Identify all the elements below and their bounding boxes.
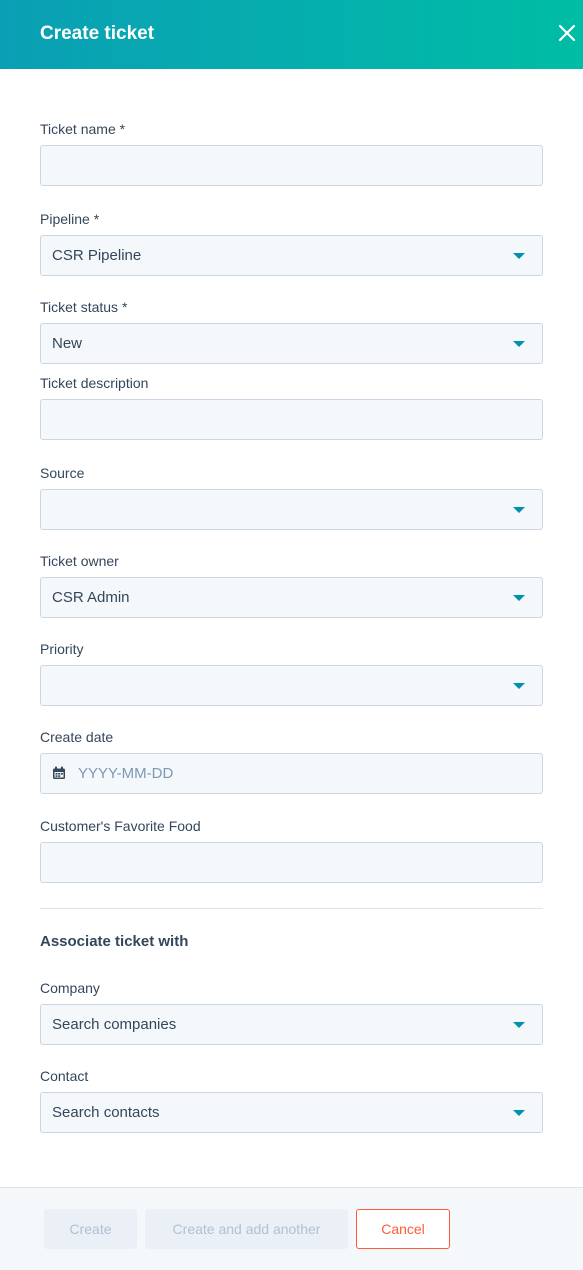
ticket-status-select[interactable]: New (40, 323, 543, 364)
source-label: Source (40, 465, 85, 481)
ticket-description-label: Ticket description (40, 375, 149, 391)
create-date-placeholder: YYYY-MM-DD (78, 765, 174, 782)
create-date-input[interactable]: YYYY-MM-DD (40, 753, 543, 794)
create-date-label: Create date (40, 729, 114, 745)
section-divider (40, 908, 543, 909)
dialog-header: Create ticket (0, 0, 583, 69)
contact-search-select[interactable]: Search contacts (40, 1092, 543, 1133)
caret-down-icon (513, 1110, 525, 1116)
caret-down-icon (513, 1022, 525, 1028)
close-icon (558, 24, 576, 42)
favorite-food-label: Customer's Favorite Food (40, 818, 201, 834)
ticket-name-label: Ticket name * (40, 121, 126, 137)
caret-down-icon (513, 253, 525, 259)
contact-search-placeholder: Search contacts (52, 1104, 160, 1121)
ticket-owner-label: Ticket owner (40, 553, 119, 569)
company-label: Company (40, 980, 100, 996)
pipeline-label: Pipeline * (40, 211, 100, 227)
caret-down-icon (513, 341, 525, 347)
pipeline-select[interactable]: CSR Pipeline (40, 235, 543, 276)
caret-down-icon (513, 595, 525, 601)
ticket-status-label: Ticket status * (40, 299, 128, 315)
ticket-name-input[interactable] (40, 145, 543, 186)
source-select[interactable] (40, 489, 543, 530)
caret-down-icon (513, 683, 525, 689)
associate-section-title: Associate ticket with (40, 933, 189, 950)
ticket-description-input[interactable] (40, 399, 543, 440)
caret-down-icon (513, 507, 525, 513)
calendar-icon (53, 766, 65, 779)
company-search-placeholder: Search companies (52, 1016, 177, 1033)
priority-label: Priority (40, 641, 84, 657)
contact-label: Contact (40, 1068, 89, 1084)
company-search-select[interactable]: Search companies (40, 1004, 543, 1045)
close-button[interactable] (553, 19, 581, 47)
priority-select[interactable] (40, 665, 543, 706)
dialog-title: Create ticket (40, 23, 155, 44)
favorite-food-input[interactable] (40, 842, 543, 883)
ticket-status-value: New (52, 335, 83, 352)
pipeline-value: CSR Pipeline (52, 247, 142, 264)
ticket-owner-select[interactable]: CSR Admin (40, 577, 543, 618)
create-button[interactable]: Create (44, 1209, 137, 1249)
ticket-owner-value: CSR Admin (52, 589, 130, 606)
cancel-button[interactable]: Cancel (356, 1209, 450, 1249)
create-and-add-another-button[interactable]: Create and add another (145, 1209, 348, 1249)
